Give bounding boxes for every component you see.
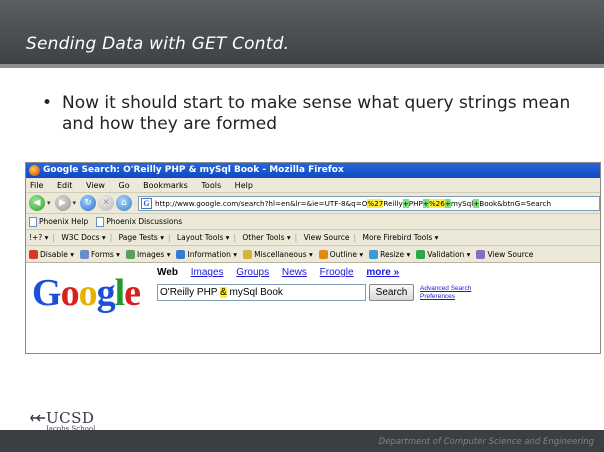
toolbar-label: Outline ▾: [329, 249, 364, 259]
bullet-text: Now it should start to make sense what q…: [62, 93, 571, 134]
view-source-icon: [476, 249, 486, 259]
url-part: Reilly: [383, 198, 403, 208]
address-bar[interactable]: G http://www.google.com/search?hl=en&lr=…: [138, 195, 600, 211]
query-text: mySql Book: [226, 287, 283, 298]
toolbar-item[interactable]: Other Tools ▾: [242, 233, 290, 242]
search-button[interactable]: Search: [369, 284, 414, 301]
web-developer-toolbar: Disable ▾ Forms ▾ Images ▾ Information ▾…: [26, 246, 600, 263]
toolbar-label: Disable ▾: [40, 249, 74, 259]
disable-menu[interactable]: Disable ▾: [29, 249, 74, 259]
back-arrow-icon[interactable]: ◀: [29, 195, 45, 211]
query-highlight: &: [220, 287, 227, 298]
slide: Sending Data with GET Contd. • Now it sh…: [0, 0, 604, 452]
back-dropdown-icon[interactable]: ▾: [47, 199, 51, 207]
google-favicon-icon: G: [141, 197, 153, 209]
google-logo[interactable]: Google: [32, 273, 141, 313]
toolbar-item[interactable]: W3C Docs ▾: [61, 233, 105, 242]
bookmark-phoenix-discussions[interactable]: Phoenix Discussions: [96, 216, 183, 227]
window-title-bar: Google Search: O'Reilly PHP & mySql Book…: [26, 163, 600, 178]
menu-go[interactable]: Go: [119, 181, 130, 190]
miscellaneous-menu[interactable]: Miscellaneous ▾: [243, 249, 313, 259]
tab-froogle[interactable]: Froogle: [320, 267, 354, 278]
forms-menu[interactable]: Forms ▾: [79, 249, 120, 259]
query-text: O'Reilly PHP: [160, 287, 221, 298]
menu-bookmarks[interactable]: Bookmarks: [143, 181, 188, 190]
toolbar-item[interactable]: Layout Tools ▾: [177, 233, 230, 242]
resize-icon: [369, 249, 379, 259]
tab-more[interactable]: more »: [366, 267, 399, 278]
menu-bar: File Edit View Go Bookmarks Tools Help: [26, 178, 600, 193]
forward-arrow-icon[interactable]: ▶: [54, 195, 71, 211]
title-divider: [0, 64, 604, 68]
images-icon: [125, 249, 135, 259]
menu-help[interactable]: Help: [235, 181, 253, 190]
forms-icon: [79, 249, 89, 259]
google-tabs: Web Images Groups News Froogle more »: [157, 267, 399, 278]
url-part: Book&btnG=Search: [479, 198, 551, 208]
tab-images[interactable]: Images: [191, 267, 224, 278]
reload-icon[interactable]: ↻: [80, 195, 97, 211]
preferences-link[interactable]: Preferences: [420, 293, 471, 301]
menu-tools[interactable]: Tools: [201, 181, 221, 190]
tab-web: Web: [157, 267, 178, 278]
validation-menu[interactable]: Validation ▾: [416, 249, 471, 259]
google-search-input[interactable]: O'Reilly PHP & mySql Book: [157, 284, 366, 301]
bullet-dot-icon: •: [42, 93, 53, 113]
images-menu[interactable]: Images ▾: [125, 249, 171, 259]
url-highlight: %27: [367, 198, 384, 208]
bookmark-label: Phoenix Help: [39, 217, 89, 226]
outline-menu[interactable]: Outline ▾: [318, 249, 364, 259]
information-icon: [176, 249, 186, 259]
toolbar-item[interactable]: !+? ▾: [29, 233, 48, 242]
bookmark-label: Phoenix Discussions: [106, 217, 183, 226]
url-part: mySql: [450, 198, 474, 208]
bookmarks-toolbar: Phoenix Help Phoenix Discussions: [26, 214, 600, 230]
footer-text: Department of Computer Science and Engin…: [378, 437, 594, 447]
google-page: Google Web Images Groups News Froogle mo…: [26, 263, 600, 340]
validation-icon: [416, 249, 426, 259]
miscellaneous-icon: [243, 249, 253, 259]
url-highlight: %26: [428, 198, 445, 208]
tab-groups[interactable]: Groups: [236, 267, 269, 278]
outline-icon: [318, 249, 328, 259]
toolbar-label: Miscellaneous ▾: [254, 249, 313, 259]
toolbar-label: View Source: [487, 249, 534, 259]
toolbar-item[interactable]: Page Tests ▾: [119, 233, 164, 242]
advanced-search-link[interactable]: Advanced Search: [420, 285, 471, 293]
toolbar-label: Validation ▾: [427, 249, 471, 259]
home-icon[interactable]: ⌂: [116, 195, 133, 211]
menu-view[interactable]: View: [86, 181, 105, 190]
menu-file[interactable]: File: [30, 181, 43, 190]
slide-title: Sending Data with GET Contd.: [26, 34, 290, 54]
toolbar-label: Forms ▾: [90, 249, 120, 259]
menu-edit[interactable]: Edit: [57, 181, 73, 190]
forward-dropdown-icon[interactable]: ▾: [73, 199, 77, 207]
trident-icon: [30, 414, 45, 422]
url-part: http://www.google.com/search?hl=en&lr=&i…: [155, 198, 368, 208]
footer-bar: Department of Computer Science and Engin…: [0, 430, 604, 452]
stop-icon[interactable]: ✕: [98, 195, 115, 211]
navigation-toolbar: ◀ ▾ ▶ ▾ ↻ ✕ ⌂ G http://www.google.com/se…: [26, 193, 600, 214]
bookmark-phoenix-help[interactable]: Phoenix Help: [29, 216, 89, 227]
page-icon: [96, 216, 105, 227]
bullet-point: • Now it should start to make sense what…: [42, 93, 582, 135]
toolbar-label: Resize ▾: [380, 249, 411, 259]
firefox-icon: [29, 165, 40, 176]
view-source-menu[interactable]: View Source: [476, 249, 534, 259]
tab-news[interactable]: News: [282, 267, 307, 278]
toolbar-item[interactable]: More Firebird Tools ▾: [362, 233, 438, 242]
google-options: Advanced Search Preferences: [420, 285, 471, 301]
title-bar: Sending Data with GET Contd.: [0, 0, 604, 64]
toolbar-label: Information ▾: [187, 249, 238, 259]
url-part: PHP: [408, 198, 423, 208]
disable-icon: [29, 249, 38, 259]
browser-screenshot: Google Search: O'Reilly PHP & mySql Book…: [25, 162, 601, 354]
information-menu[interactable]: Information ▾: [176, 249, 238, 259]
page-icon: [29, 216, 37, 227]
toolbar-item[interactable]: View Source: [304, 233, 350, 242]
window-title: Google Search: O'Reilly PHP & mySql Book…: [43, 165, 344, 175]
resize-menu[interactable]: Resize ▾: [369, 249, 411, 259]
toolbar-label: Images ▾: [136, 249, 171, 259]
developer-toolbar: !+? ▾ | W3C Docs ▾ | Page Tests ▾ | Layout …: [26, 230, 600, 246]
